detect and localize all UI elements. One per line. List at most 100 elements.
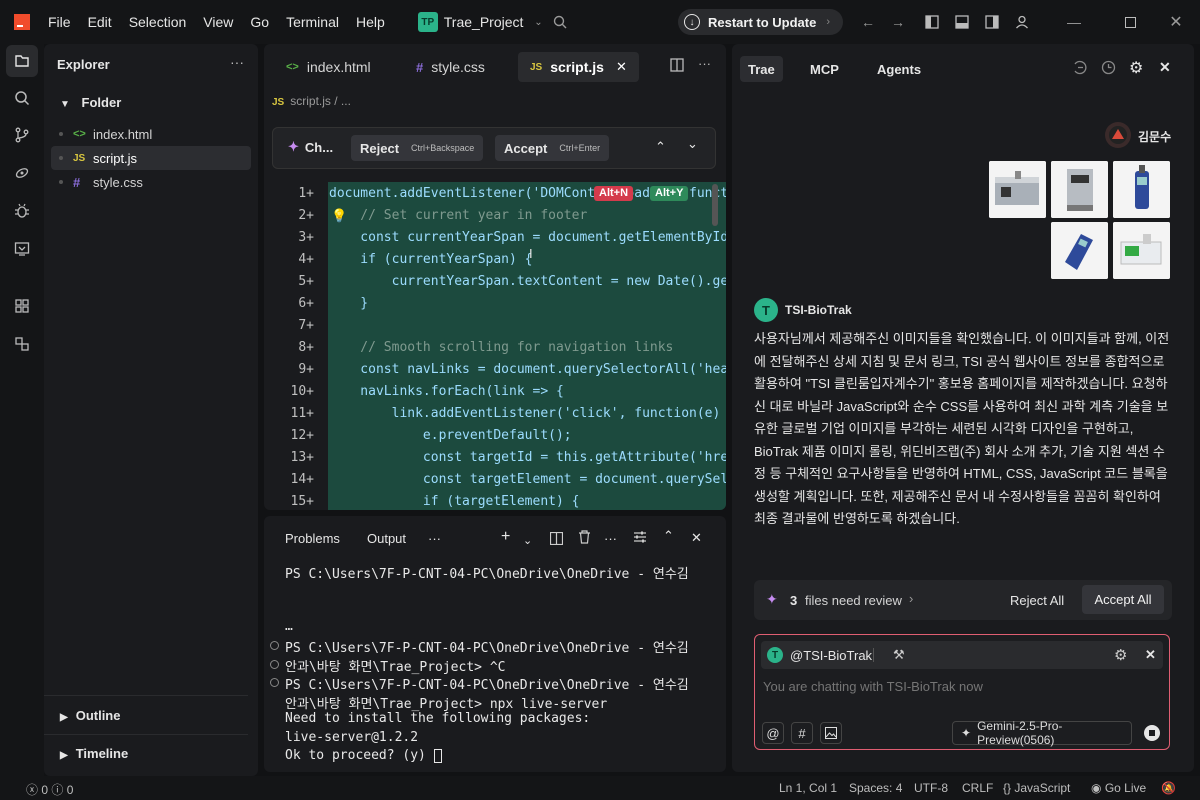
close-chat-icon[interactable]: ✕ — [1159, 59, 1171, 76]
close-icon[interactable]: ✕ — [1145, 647, 1156, 663]
folder-node[interactable]: ▼ Folder — [60, 95, 121, 110]
cursor-position[interactable]: Ln 1, Col 1 — [779, 781, 837, 795]
minimize-icon[interactable]: — — [1060, 8, 1088, 36]
review-label[interactable]: files need review — [805, 593, 902, 608]
search-view-icon[interactable] — [6, 82, 38, 114]
command-status-icon[interactable] — [270, 678, 279, 687]
tool-hammer-icon[interactable]: ⚒ — [893, 647, 905, 663]
outline-section[interactable]: ▶ Outline — [60, 708, 120, 723]
more-actions-icon[interactable]: ··· — [698, 56, 711, 71]
menu-terminal[interactable]: Terminal — [286, 14, 339, 30]
toggle-panel-icon[interactable] — [948, 8, 976, 36]
menu-view[interactable]: View — [203, 14, 233, 30]
attached-image[interactable] — [1113, 161, 1170, 218]
add-terminal-icon[interactable]: + — [501, 528, 510, 546]
gear-icon[interactable]: ⚙ — [1114, 646, 1127, 664]
reject-hint-badge[interactable]: Alt+N — [594, 186, 634, 201]
reject-all-button[interactable]: Reject All — [1010, 593, 1064, 608]
go-live-button[interactable]: ◉ Go Live — [1091, 781, 1146, 795]
stop-icon[interactable] — [1144, 725, 1160, 741]
chat-button[interactable]: ✦ Ch... — [288, 139, 333, 155]
chevron-right-icon[interactable]: › — [909, 591, 913, 606]
file-style-css[interactable]: # style.css — [51, 170, 251, 194]
trash-icon[interactable] — [578, 530, 591, 547]
menu-help[interactable]: Help — [356, 14, 385, 30]
mention-label[interactable]: @TSI-BioTrak — [790, 648, 872, 663]
attached-image[interactable] — [1113, 222, 1170, 279]
history-clear-icon[interactable] — [1073, 60, 1088, 78]
hash-icon[interactable]: # — [791, 722, 813, 744]
menu-edit[interactable]: Edit — [88, 14, 112, 30]
close-panel-icon[interactable]: ✕ — [691, 530, 702, 546]
tab-mcp[interactable]: MCP — [802, 56, 847, 82]
attached-image[interactable] — [989, 161, 1046, 218]
tab-script-js[interactable]: JS script.js ✕ — [518, 52, 639, 82]
language-status[interactable]: {} JavaScript — [1003, 781, 1070, 795]
tab-output[interactable]: Output — [367, 531, 406, 546]
account-icon[interactable] — [1008, 8, 1036, 36]
tab-problems[interactable]: Problems — [285, 531, 340, 546]
more-actions-icon[interactable]: ··· — [428, 531, 441, 546]
split-terminal-icon[interactable] — [549, 531, 564, 548]
preview-icon[interactable] — [6, 233, 38, 265]
indentation-status[interactable]: Spaces: 4 — [849, 781, 902, 795]
code-area[interactable]: 1+ document.addEventListener('DOMContentL… — [264, 182, 726, 510]
history-icon[interactable] — [1101, 60, 1116, 78]
tab-style-css[interactable]: # style.css — [404, 52, 497, 82]
settings-sliders-icon[interactable] — [633, 530, 647, 547]
more-icon[interactable]: ··· — [604, 531, 617, 546]
project-switcher[interactable]: TP Trae_Project ⌄ — [417, 8, 546, 36]
tab-agents[interactable]: Agents — [869, 56, 929, 82]
gear-icon[interactable]: ⚙ — [1129, 58, 1143, 78]
lightbulb-icon[interactable]: 💡 — [331, 208, 347, 224]
close-tab-icon[interactable]: ✕ — [616, 59, 627, 75]
chat-input[interactable] — [763, 675, 1153, 697]
search-icon[interactable] — [546, 8, 574, 36]
attached-image[interactable] — [1051, 161, 1108, 218]
restart-update-button[interactable]: ↓ Restart to Update › — [678, 9, 843, 35]
chevron-up-icon[interactable]: ⌃ — [663, 528, 674, 544]
forward-arrow-icon[interactable]: → — [884, 8, 912, 36]
extensions-icon[interactable] — [6, 290, 38, 322]
tab-index-html[interactable]: <> index.html — [274, 52, 383, 82]
components-icon[interactable] — [6, 328, 38, 360]
command-status-icon[interactable] — [270, 641, 279, 650]
model-selector[interactable]: ✦ Gemini-2.5-Pro-Preview(0506) — [952, 719, 1132, 747]
menu-go[interactable]: Go — [250, 14, 269, 30]
maximize-icon[interactable] — [1116, 8, 1144, 36]
more-actions-icon[interactable]: ··· — [230, 54, 244, 70]
timeline-section[interactable]: ▶ Timeline — [60, 746, 128, 761]
image-icon[interactable] — [820, 722, 842, 744]
scrollbar[interactable] — [712, 184, 718, 226]
breadcrumb-file[interactable]: script.js — [290, 94, 331, 108]
breadcrumb-more[interactable]: / ... — [334, 94, 351, 108]
file-script-js[interactable]: JS script.js — [51, 146, 251, 170]
chevron-down-icon[interactable]: ⌄ — [523, 534, 532, 547]
mention-icon[interactable]: @ — [762, 722, 784, 744]
debug-icon[interactable] — [6, 195, 38, 227]
source-control-icon[interactable] — [6, 119, 38, 151]
chevron-up-icon[interactable]: ⌃ — [655, 139, 666, 155]
accept-button[interactable]: Accept Ctrl+Enter — [495, 135, 610, 161]
toggle-auxbar-icon[interactable] — [978, 8, 1006, 36]
back-arrow-icon[interactable]: ← — [854, 8, 882, 36]
split-editor-icon[interactable] — [670, 58, 684, 75]
tab-trae[interactable]: Trae — [740, 56, 783, 82]
remote-icon[interactable] — [6, 157, 38, 189]
encoding-status[interactable]: UTF-8 — [914, 781, 948, 795]
close-window-icon[interactable]: ✕ — [1162, 8, 1190, 36]
toggle-sidebar-icon[interactable] — [918, 8, 946, 36]
menu-file[interactable]: File — [48, 14, 71, 30]
attached-image[interactable] — [1051, 222, 1108, 279]
chevron-down-icon[interactable]: ⌄ — [687, 136, 698, 152]
command-status-icon[interactable] — [270, 659, 279, 669]
menu-selection[interactable]: Selection — [129, 14, 187, 30]
eol-status[interactable]: CRLF — [962, 781, 993, 795]
notifications-muted-icon[interactable]: 🔕 — [1161, 781, 1176, 795]
accept-hint-badge[interactable]: Alt+Y — [650, 186, 689, 201]
explorer-icon[interactable] — [6, 45, 38, 77]
accept-all-button[interactable]: Accept All — [1082, 585, 1164, 614]
problems-status[interactable]: ⓧ 0 ⓘ 0 — [26, 781, 73, 798]
file-index-html[interactable]: <> index.html — [51, 122, 251, 146]
reject-button[interactable]: Reject Ctrl+Backspace — [351, 135, 484, 161]
